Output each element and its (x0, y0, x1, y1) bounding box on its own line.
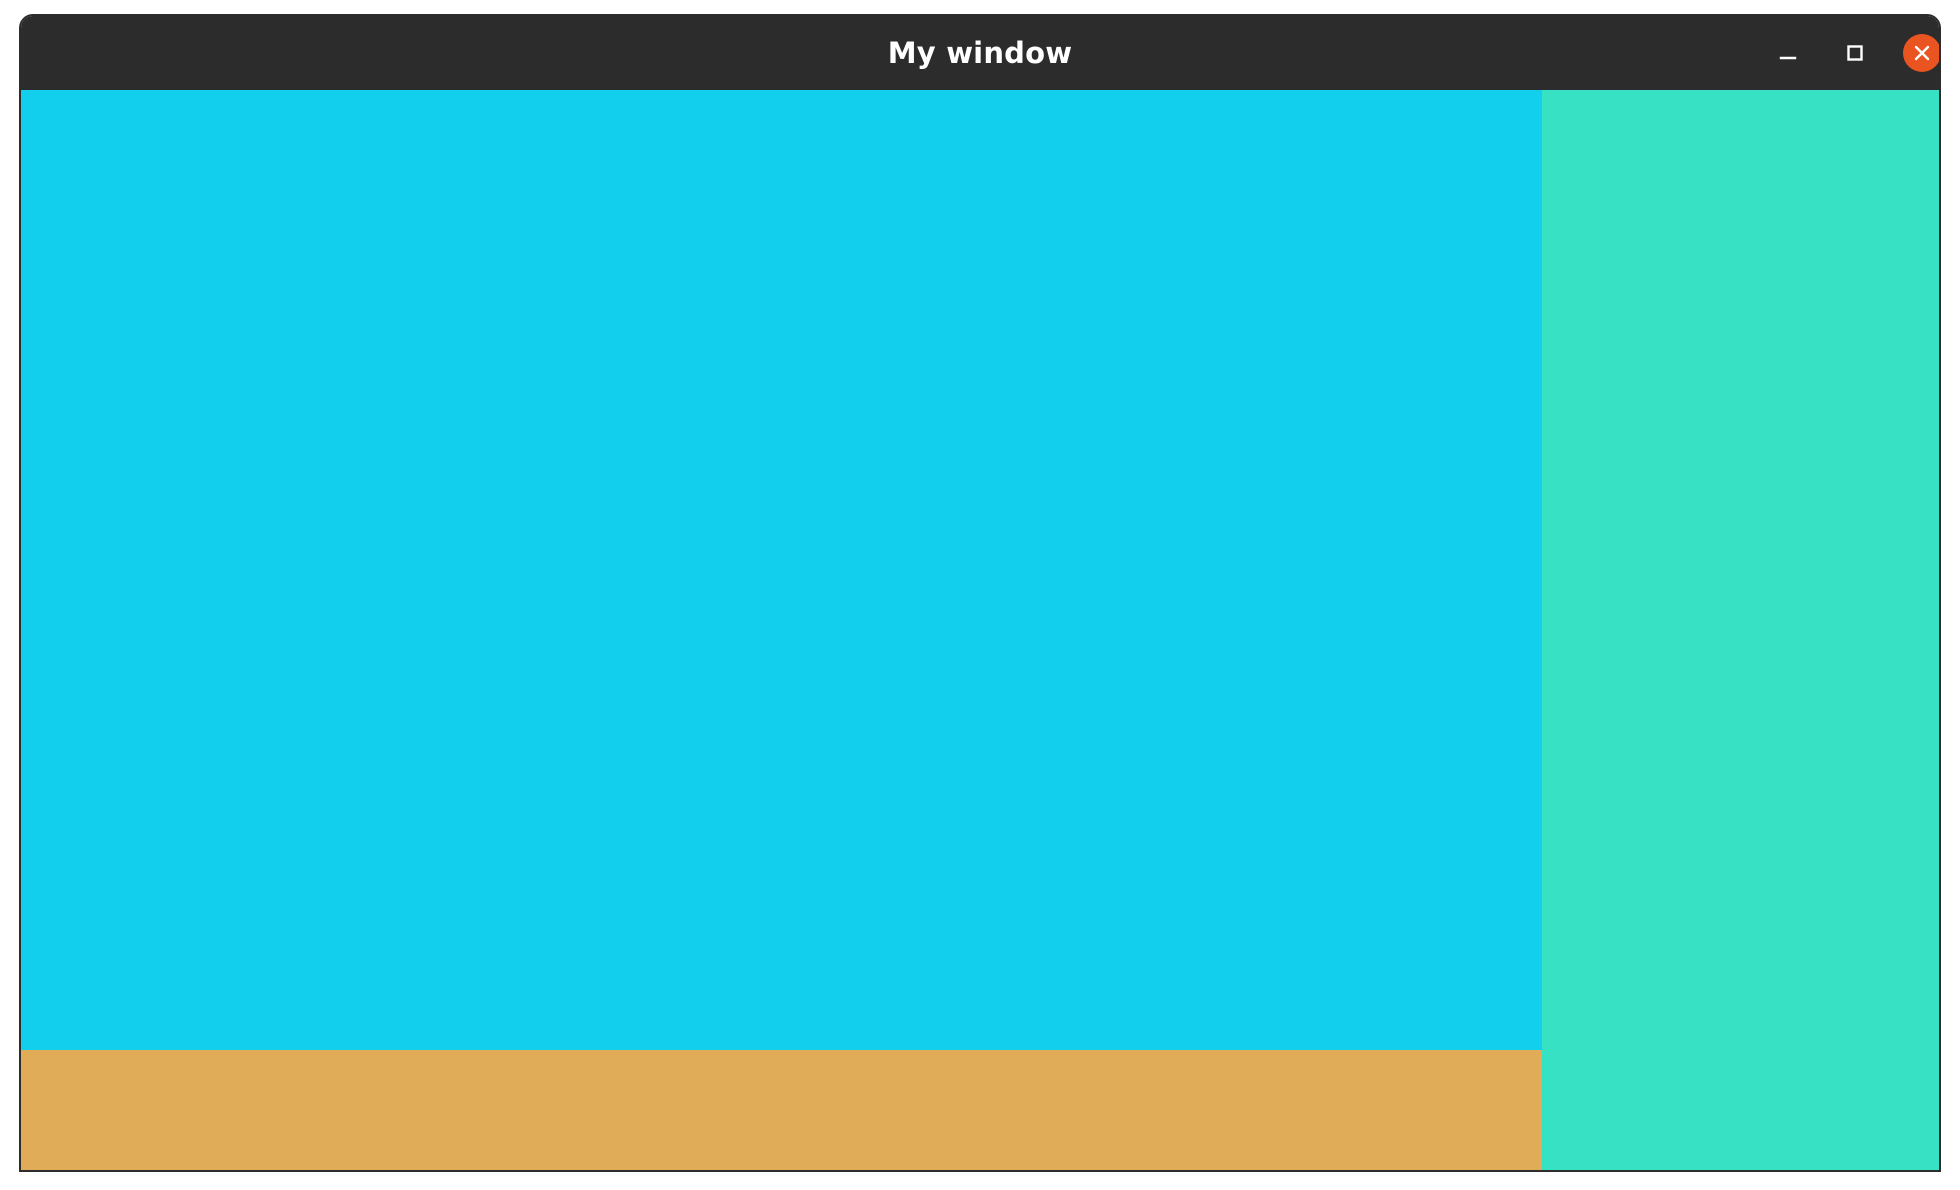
bottom-panel (21, 1050, 1542, 1170)
maximize-button[interactable] (1836, 34, 1874, 72)
maximize-icon (1847, 45, 1863, 61)
minimize-button[interactable] (1769, 34, 1807, 72)
title-bar[interactable]: My window (21, 16, 1939, 90)
close-icon (1914, 45, 1930, 61)
window-content (21, 90, 1939, 1170)
main-panel (21, 90, 1542, 1050)
right-panel (1542, 90, 1939, 1170)
minimize-icon (1779, 56, 1797, 60)
window-title: My window (887, 36, 1073, 70)
app-window: My window (19, 14, 1941, 1172)
window-controls (1719, 16, 1939, 90)
close-button[interactable] (1903, 34, 1939, 72)
